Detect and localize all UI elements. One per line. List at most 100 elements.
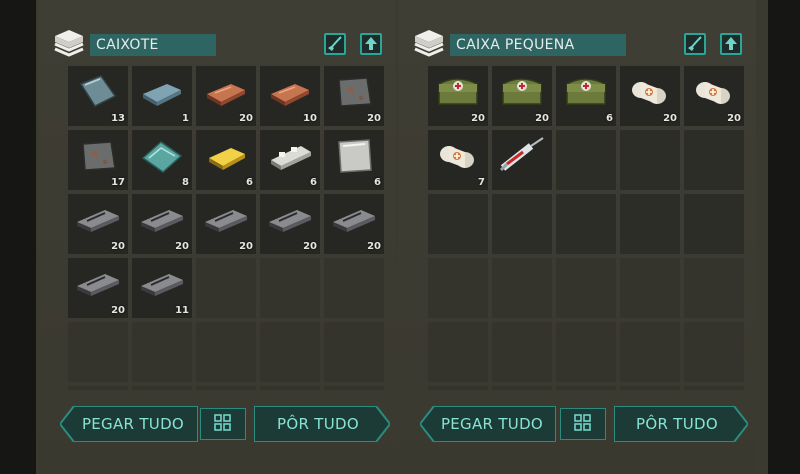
empty-slot[interactable] bbox=[620, 386, 680, 390]
metal-bar-icon bbox=[201, 198, 251, 242]
item-count: 11 bbox=[175, 305, 189, 316]
take-all-label: PEGAR TUDO bbox=[81, 415, 185, 433]
empty-slot[interactable] bbox=[324, 258, 384, 318]
bandage-icon bbox=[689, 70, 739, 114]
right-letterbox bbox=[768, 0, 800, 474]
inventory-slot[interactable]: 20 bbox=[324, 66, 384, 126]
inventory-slot[interactable]: 20 bbox=[684, 66, 744, 126]
glass-sheet-icon bbox=[73, 70, 123, 114]
empty-slot[interactable] bbox=[132, 386, 192, 390]
inventory-slot[interactable]: 20 bbox=[196, 66, 256, 126]
inventory-slot[interactable]: 20 bbox=[620, 66, 680, 126]
empty-slot[interactable] bbox=[684, 322, 744, 382]
put-all-button[interactable]: PÔR TUDO bbox=[254, 406, 390, 442]
crate-upload-button[interactable] bbox=[360, 33, 382, 55]
inventory-slot[interactable]: 20 bbox=[260, 194, 320, 254]
item-count: 20 bbox=[367, 241, 381, 252]
inventory-slot[interactable]: 20 bbox=[324, 194, 384, 254]
inventory-slot[interactable]: 13 bbox=[68, 66, 128, 126]
empty-slot[interactable] bbox=[260, 386, 320, 390]
inventory-slot[interactable] bbox=[492, 130, 552, 190]
crate-layout-button[interactable] bbox=[200, 408, 246, 440]
empty-slot[interactable] bbox=[324, 322, 384, 382]
empty-slot[interactable] bbox=[556, 194, 616, 254]
crate-header: CAIXOTE bbox=[52, 26, 382, 60]
empty-slot[interactable] bbox=[68, 386, 128, 390]
inventory-slot[interactable]: 20 bbox=[68, 194, 128, 254]
empty-slot[interactable] bbox=[556, 130, 616, 190]
inventory-slot[interactable]: 20 bbox=[196, 194, 256, 254]
small-box-footer: PEGAR TUDO PÔR TUDO bbox=[398, 406, 756, 442]
metal-bar-icon bbox=[73, 198, 123, 242]
empty-slot[interactable] bbox=[492, 322, 552, 382]
take-all-button[interactable]: PEGAR TUDO bbox=[60, 406, 198, 442]
inventory-slot[interactable]: 10 bbox=[260, 66, 320, 126]
inventory-slot[interactable]: 7 bbox=[428, 130, 488, 190]
empty-slot[interactable] bbox=[428, 258, 488, 318]
item-count: 20 bbox=[111, 241, 125, 252]
empty-slot[interactable] bbox=[620, 322, 680, 382]
bandage-icon bbox=[433, 134, 483, 178]
inventory-slot[interactable]: 20 bbox=[428, 66, 488, 126]
put-all-label: PÔR TUDO bbox=[277, 415, 359, 433]
inventory-slot[interactable]: 11 bbox=[132, 258, 192, 318]
empty-slot[interactable] bbox=[492, 386, 552, 390]
inventory-slot[interactable]: 8 bbox=[132, 130, 192, 190]
empty-slot[interactable] bbox=[556, 258, 616, 318]
medkit-bag-icon bbox=[433, 70, 483, 114]
crate-panel: CAIXOTE 13 1 20 10 20 17 8 6 6 6 20 20 20 20 20 20 11 PE… bbox=[38, 0, 396, 474]
empty-slot[interactable] bbox=[492, 258, 552, 318]
item-count: 7 bbox=[478, 177, 485, 188]
empty-slot[interactable] bbox=[196, 258, 256, 318]
crate-sort-button[interactable] bbox=[324, 33, 346, 55]
crate-slot-grid: 13 1 20 10 20 17 8 6 6 6 20 20 20 20 20 20 11 bbox=[68, 66, 384, 390]
empty-slot[interactable] bbox=[684, 194, 744, 254]
empty-slot[interactable] bbox=[324, 386, 384, 390]
empty-slot[interactable] bbox=[684, 258, 744, 318]
inventory-slot[interactable]: 20 bbox=[492, 66, 552, 126]
empty-slot[interactable] bbox=[260, 258, 320, 318]
inventory-slot[interactable]: 17 bbox=[68, 130, 128, 190]
empty-slot[interactable] bbox=[428, 322, 488, 382]
empty-slot[interactable] bbox=[684, 130, 744, 190]
bandage-icon bbox=[625, 70, 675, 114]
inventory-slot[interactable]: 6 bbox=[196, 130, 256, 190]
inventory-slot[interactable]: 6 bbox=[260, 130, 320, 190]
empty-slot[interactable] bbox=[556, 386, 616, 390]
empty-slot[interactable] bbox=[620, 194, 680, 254]
put-all-button[interactable]: PÔR TUDO bbox=[614, 406, 748, 442]
left-letterbox bbox=[0, 0, 36, 474]
inventory-slot[interactable]: 1 bbox=[132, 66, 192, 126]
item-count: 20 bbox=[239, 241, 253, 252]
small-box-upload-button[interactable] bbox=[720, 33, 742, 55]
empty-slot[interactable] bbox=[684, 386, 744, 390]
empty-slot[interactable] bbox=[132, 322, 192, 382]
item-count: 13 bbox=[111, 113, 125, 124]
inventory-slot[interactable]: 6 bbox=[556, 66, 616, 126]
empty-slot[interactable] bbox=[196, 386, 256, 390]
empty-slot[interactable] bbox=[68, 322, 128, 382]
empty-slot[interactable] bbox=[620, 258, 680, 318]
empty-slot[interactable] bbox=[428, 194, 488, 254]
inventory-slot[interactable]: 20 bbox=[68, 258, 128, 318]
item-count: 20 bbox=[471, 113, 485, 124]
empty-slot[interactable] bbox=[556, 322, 616, 382]
empty-slot[interactable] bbox=[260, 322, 320, 382]
item-count: 6 bbox=[374, 177, 381, 188]
inventory-slot[interactable]: 20 bbox=[132, 194, 192, 254]
gold-ingot-icon bbox=[201, 134, 251, 178]
take-all-button[interactable]: PEGAR TUDO bbox=[420, 406, 556, 442]
small-box-layout-button[interactable] bbox=[560, 408, 606, 440]
empty-slot[interactable] bbox=[620, 130, 680, 190]
empty-slot[interactable] bbox=[196, 322, 256, 382]
item-count: 20 bbox=[535, 113, 549, 124]
inventory-slot[interactable]: 6 bbox=[324, 130, 384, 190]
medkit-bag-icon bbox=[561, 70, 611, 114]
container-box-icon bbox=[412, 26, 446, 60]
empty-slot[interactable] bbox=[428, 386, 488, 390]
item-count: 20 bbox=[303, 241, 317, 252]
small-box-sort-button[interactable] bbox=[684, 33, 706, 55]
iron-plate-icon bbox=[329, 70, 379, 114]
broom-icon bbox=[686, 36, 704, 57]
empty-slot[interactable] bbox=[492, 194, 552, 254]
